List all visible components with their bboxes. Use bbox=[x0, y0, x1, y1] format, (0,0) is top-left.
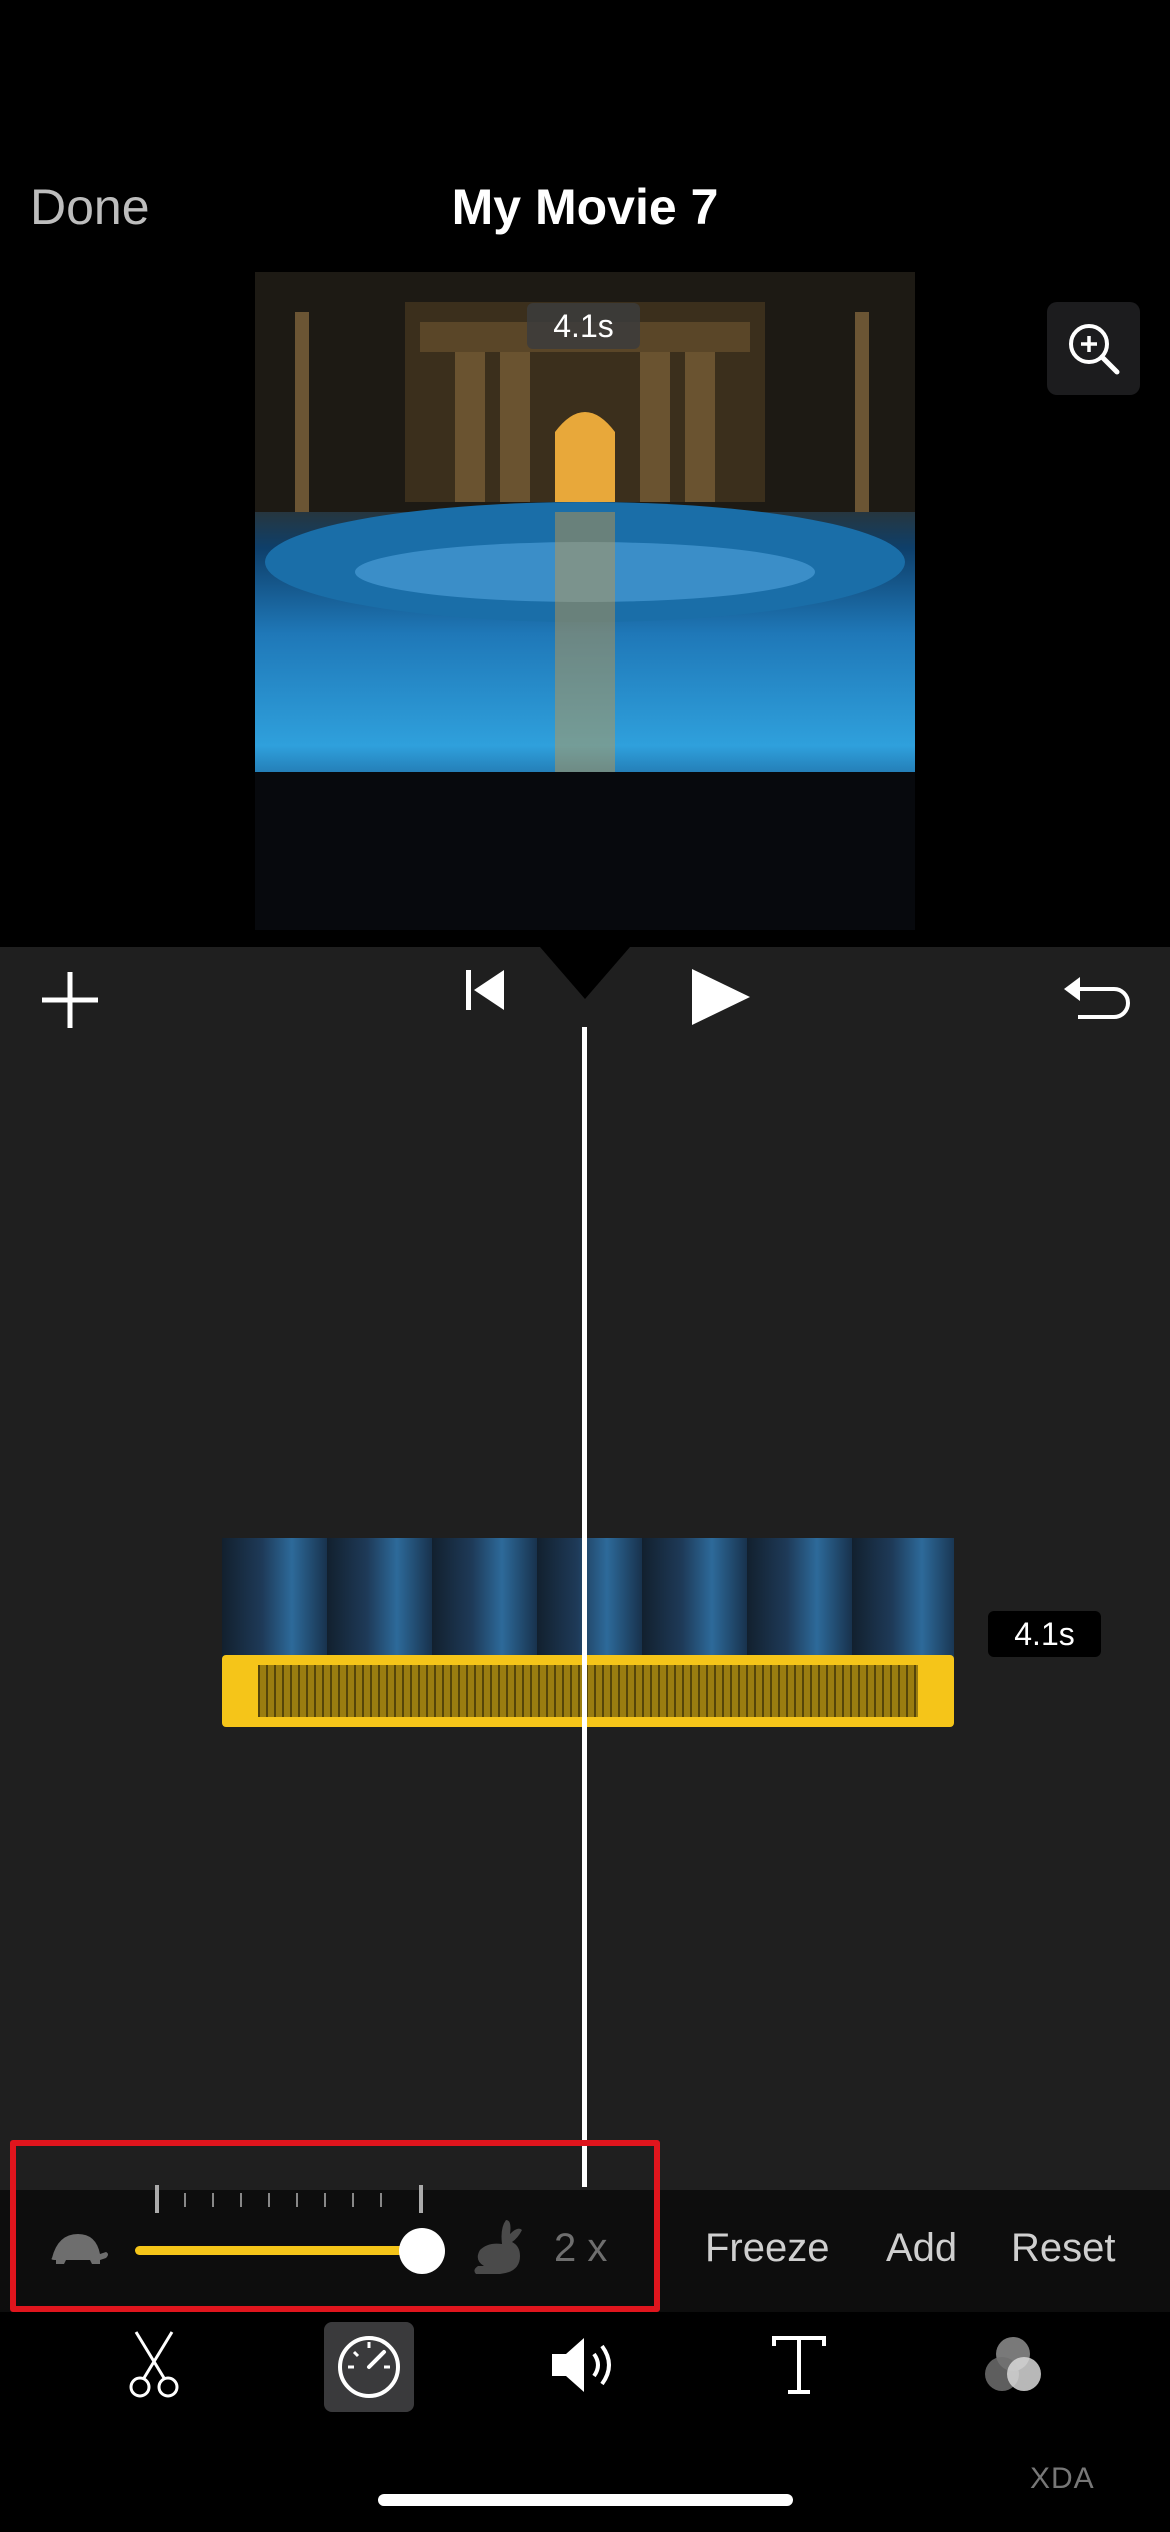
filters-tool-button[interactable] bbox=[976, 2328, 1050, 2407]
plus-icon bbox=[42, 972, 98, 1028]
skip-back-icon bbox=[466, 970, 504, 1010]
scissors-icon bbox=[129, 2331, 179, 2398]
preview-image bbox=[255, 272, 915, 930]
annotation-highlight-box bbox=[10, 2140, 660, 2312]
add-media-button[interactable] bbox=[38, 968, 102, 1037]
home-indicator[interactable] bbox=[378, 2494, 793, 2506]
clip-duration-badge: 4.1s bbox=[988, 1611, 1101, 1657]
video-preview bbox=[255, 272, 915, 930]
page-title: My Movie 7 bbox=[451, 179, 719, 235]
undo-button[interactable] bbox=[1062, 965, 1132, 1034]
text-icon bbox=[772, 2336, 826, 2394]
filters-icon bbox=[985, 2337, 1041, 2391]
speed-tool-button[interactable] bbox=[324, 2322, 414, 2412]
skip-to-start-button[interactable] bbox=[460, 965, 510, 1020]
play-button[interactable] bbox=[688, 965, 752, 1034]
add-button[interactable]: Add bbox=[886, 2226, 957, 2271]
freeze-button[interactable]: Freeze bbox=[705, 2226, 830, 2271]
reset-button[interactable]: Reset bbox=[1011, 2226, 1116, 2271]
zoom-in-icon bbox=[1069, 324, 1120, 375]
speedometer-icon bbox=[338, 2336, 400, 2398]
split-tool-button[interactable] bbox=[124, 2330, 184, 2405]
playhead-notch bbox=[540, 947, 630, 999]
zoom-button[interactable] bbox=[1047, 302, 1140, 395]
clip-thumbnails[interactable] bbox=[222, 1538, 954, 1660]
speaker-icon bbox=[552, 2338, 611, 2392]
watermark-logo: XDA bbox=[1030, 2462, 1095, 2495]
title-tool-button[interactable] bbox=[770, 2332, 828, 2403]
undo-icon bbox=[1064, 977, 1130, 1019]
play-icon bbox=[692, 969, 750, 1025]
preview-duration-badge: 4.1s bbox=[527, 303, 640, 349]
audio-waveform bbox=[258, 1665, 918, 1717]
volume-tool-button[interactable] bbox=[548, 2332, 620, 2403]
playhead-line[interactable] bbox=[582, 1027, 587, 2187]
